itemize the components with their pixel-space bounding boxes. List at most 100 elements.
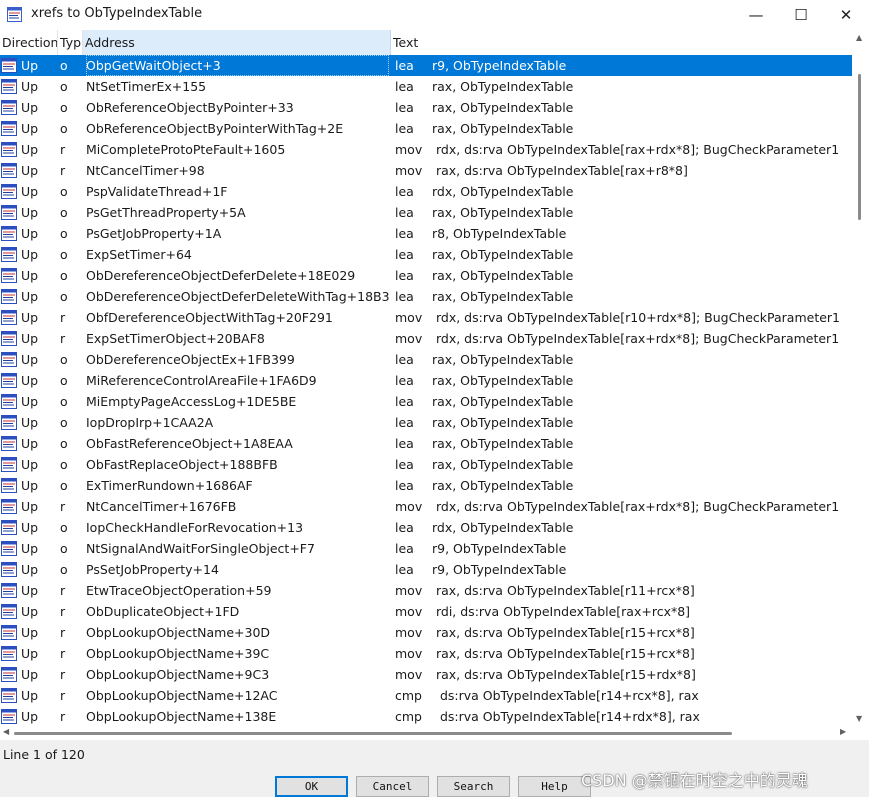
xref-row[interactable]: Up o MiReferenceControlAreaFile+1FA6D9 lea r… xyxy=(0,370,852,391)
xref-operands: rax, ObTypeIndexTable xyxy=(432,268,574,283)
xref-icon xyxy=(1,688,17,703)
xref-operands: r8, ObTypeIndexTable xyxy=(432,226,567,241)
xrefs-window-icon xyxy=(7,7,22,22)
xref-type: o xyxy=(60,541,68,556)
xref-row[interactable]: Up r EtwTraceObjectOperation+59 mov rax, ds… xyxy=(0,580,852,601)
xref-operands: rdi, ds:rva ObTypeIndexTable[rax+rcx*8] xyxy=(432,604,691,619)
xref-address: ObFastReferenceObject+1A8EAA xyxy=(86,436,293,451)
xref-icon xyxy=(1,562,17,577)
xref-row[interactable]: Up o ObDereferenceObjectEx+1FB399 lea rax, O… xyxy=(0,349,852,370)
title-bar: xrefs to ObTypeIndexTable — ☐ ✕ xyxy=(0,0,869,30)
xref-type: o xyxy=(60,121,68,136)
xref-row[interactable]: Up o MiEmptyPageAccessLog+1DE5BE lea rax, Ob… xyxy=(0,391,852,412)
xref-type: r xyxy=(60,667,66,682)
xref-direction: Up xyxy=(21,688,39,703)
column-header-type[interactable]: Typ xyxy=(58,30,83,55)
xref-type: r xyxy=(60,142,66,157)
xref-address: ObFastReplaceObject+188BFB xyxy=(86,457,278,472)
xref-direction: Up xyxy=(21,352,39,367)
xref-operands: rax, ds:rva ObTypeIndexTable[r11+rcx*8] xyxy=(432,583,695,598)
column-header-direction[interactable]: Direction xyxy=(0,30,58,55)
xref-row[interactable]: Up r MiCompleteProtoPteFault+1605 mov rdx, … xyxy=(0,139,852,160)
minimize-button[interactable]: — xyxy=(733,0,779,30)
xref-direction: Up xyxy=(21,163,39,178)
xref-direction: Up xyxy=(21,457,39,472)
xref-row[interactable]: Up r ObpLookupObjectName+39C mov rax, ds:rv… xyxy=(0,643,852,664)
xref-direction: Up xyxy=(21,583,39,598)
xref-row[interactable]: Up o PsSetJobProperty+14 lea r9, ObTypeIndex… xyxy=(0,559,852,580)
xref-row[interactable]: Up o PspValidateThread+1F lea rdx, ObTypeInd… xyxy=(0,181,852,202)
vertical-scrollbar[interactable]: ▲ ▼ xyxy=(852,30,869,726)
close-button[interactable]: ✕ xyxy=(823,0,869,30)
xref-row[interactable]: Up o ExTimerRundown+1686AF lea rax, ObTypeIn… xyxy=(0,475,852,496)
xref-operands: rdx, ObTypeIndexTable xyxy=(432,520,574,535)
xref-row[interactable]: Up o ExpSetTimer+64 lea rax, ObTypeIndexTabl… xyxy=(0,244,852,265)
xref-mnemonic: lea xyxy=(395,478,414,493)
xref-row[interactable]: Up o ObDereferenceObjectDeferDeleteWithTag… xyxy=(0,286,852,307)
xref-row[interactable]: Up r ObpLookupObjectName+30D mov rax, ds:rv… xyxy=(0,622,852,643)
xref-icon xyxy=(1,205,17,220)
xref-row[interactable]: Up r ObfDereferenceObjectWithTag+20F291 mov… xyxy=(0,307,852,328)
xref-address: NtCancelTimer+98 xyxy=(86,163,205,178)
xref-operands: rdx, ds:rva ObTypeIndexTable[rax+rdx*8];… xyxy=(432,499,840,514)
xref-icon xyxy=(1,79,17,94)
xref-row[interactable]: Up r NtCancelTimer+1676FB mov rdx, ds:rva O… xyxy=(0,496,852,517)
xref-mnemonic: lea xyxy=(395,121,414,136)
xref-row[interactable]: Up r NtCancelTimer+98 mov rax, ds:rva ObTyp… xyxy=(0,160,852,181)
xref-row[interactable]: Up o NtSetTimerEx+155 lea rax, ObTypeIndexTa… xyxy=(0,76,852,97)
xref-operands: ds:rva ObTypeIndexTable[r14+rcx*8], rax xyxy=(432,688,699,703)
maximize-button[interactable]: ☐ xyxy=(778,0,824,30)
column-header-text[interactable]: Text xyxy=(391,30,852,55)
xref-direction: Up xyxy=(21,100,39,115)
scroll-left-arrow-icon[interactable]: ◀ xyxy=(3,727,9,736)
xref-mnemonic: lea xyxy=(395,415,414,430)
cancel-button[interactable]: Cancel xyxy=(356,776,429,797)
scroll-right-arrow-icon[interactable]: ▶ xyxy=(840,727,846,736)
xref-operands: ds:rva ObTypeIndexTable[r14+rdx*8], rax xyxy=(432,709,700,724)
scroll-down-arrow-icon[interactable]: ▼ xyxy=(856,714,862,723)
xref-mnemonic: lea xyxy=(395,436,414,451)
xref-icon xyxy=(1,709,17,724)
xref-direction: Up xyxy=(21,394,39,409)
xref-row[interactable]: Up o IopDropIrp+1CAA2A lea rax, ObTypeIndexT… xyxy=(0,412,852,433)
xref-row[interactable]: Up r ObpLookupObjectName+138E cmp ds:rva Ob… xyxy=(0,706,852,727)
xref-row[interactable]: Up o ObpGetWaitObject+3 lea r9, ObTypeIndexT… xyxy=(0,55,852,76)
xref-type: o xyxy=(60,184,68,199)
xref-row[interactable]: Up o PsGetThreadProperty+5A lea rax, ObTypeI… xyxy=(0,202,852,223)
xref-address: ObpLookupObjectName+39C xyxy=(86,646,270,661)
search-button[interactable]: Search xyxy=(437,776,510,797)
xref-type: o xyxy=(60,289,68,304)
xref-row[interactable]: Up o ObReferenceObjectByPointer+33 lea rax, … xyxy=(0,97,852,118)
xref-mnemonic: lea xyxy=(395,457,414,472)
xref-row[interactable]: Up o ObFastReplaceObject+188BFB lea rax, ObT… xyxy=(0,454,852,475)
xref-operands: rax, ObTypeIndexTable xyxy=(432,352,574,367)
xref-row[interactable]: Up r ExpSetTimerObject+20BAF8 mov rdx, ds:r… xyxy=(0,328,852,349)
xref-address: PsSetJobProperty+14 xyxy=(86,562,219,577)
xref-direction: Up xyxy=(21,709,39,724)
xref-row[interactable]: Up r ObpLookupObjectName+12AC cmp ds:rva Ob… xyxy=(0,685,852,706)
xref-row[interactable]: Up o ObFastReferenceObject+1A8EAA lea rax, O… xyxy=(0,433,852,454)
scroll-up-arrow-icon[interactable]: ▲ xyxy=(856,33,862,42)
xref-row[interactable]: Up r ObDuplicateObject+1FD mov rdi, ds:rva … xyxy=(0,601,852,622)
column-header-address[interactable]: Address xyxy=(83,30,391,55)
xref-row[interactable]: Up o ObDereferenceObjectDeferDelete+18E029… xyxy=(0,265,852,286)
vertical-scroll-thumb[interactable] xyxy=(858,74,861,220)
xref-address: ObpLookupObjectName+138E xyxy=(86,709,277,724)
xref-row[interactable]: Up o IopCheckHandleForRevocation+13 lea rdx,… xyxy=(0,517,852,538)
xref-mnemonic: mov xyxy=(395,583,423,598)
xref-row[interactable]: Up o PsGetJobProperty+1A lea r8, ObTypeIndex… xyxy=(0,223,852,244)
xref-mnemonic: lea xyxy=(395,352,414,367)
xref-type: r xyxy=(60,625,66,640)
xref-icon xyxy=(1,121,17,136)
xref-address: IopCheckHandleForRevocation+13 xyxy=(86,520,304,535)
xref-mnemonic: mov xyxy=(395,310,423,325)
xrefs-list[interactable]: Direction Typ Address Text Up o ObpGetWait… xyxy=(0,30,869,740)
horizontal-scrollbar[interactable]: ◀ ▶ xyxy=(0,726,852,740)
xref-row[interactable]: Up o ObReferenceObjectByPointerWithTag+2E l… xyxy=(0,118,852,139)
xref-address: ObReferenceObjectByPointer+33 xyxy=(86,100,294,115)
xref-row[interactable]: Up o NtSignalAndWaitForSingleObject+F7 lea r… xyxy=(0,538,852,559)
xref-row[interactable]: Up r ObpLookupObjectName+9C3 mov rax, ds:rv… xyxy=(0,664,852,685)
horizontal-scroll-thumb[interactable] xyxy=(14,732,732,735)
xref-mnemonic: mov xyxy=(395,646,423,661)
ok-button[interactable]: OK xyxy=(275,776,348,797)
